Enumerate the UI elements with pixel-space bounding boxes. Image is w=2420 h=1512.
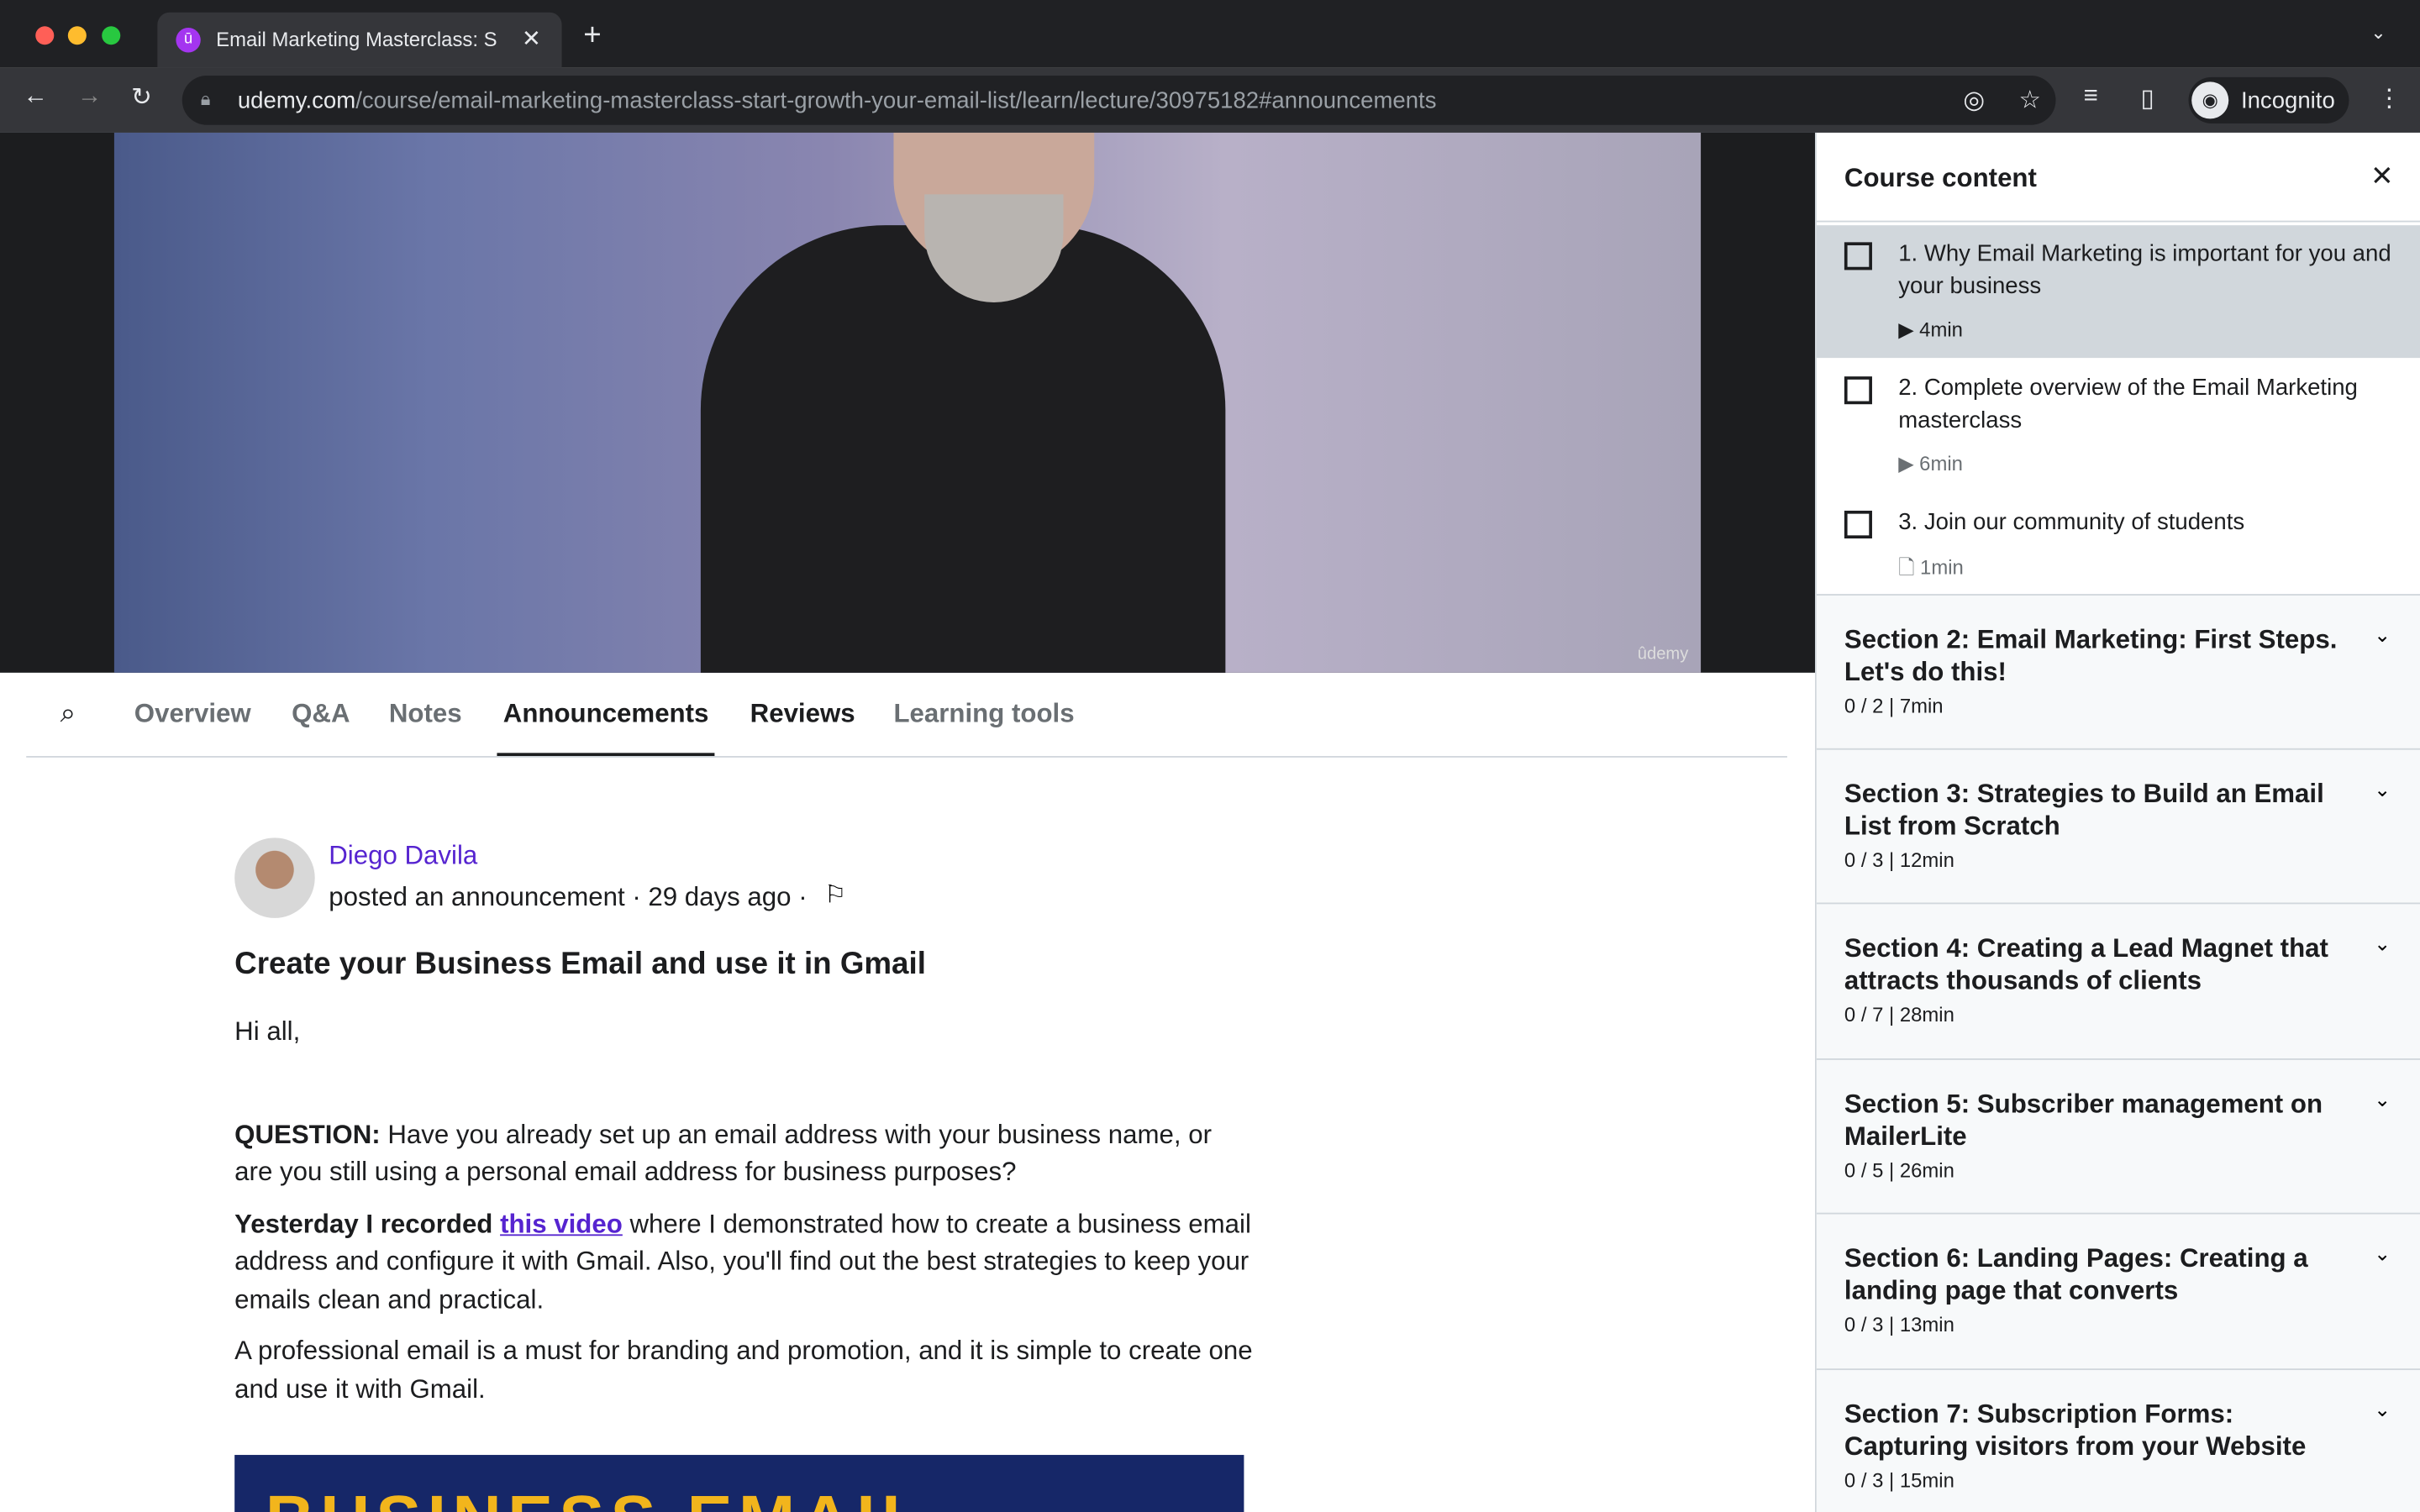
browser-tab[interactable]: ū Email Marketing Masterclass: S ✕ xyxy=(157,12,562,68)
lecture-checkbox[interactable] xyxy=(1844,376,1872,405)
address-bar[interactable]: 🔒︎ udemy.com/course/email-marketing-mast… xyxy=(182,76,2056,125)
close-tab-icon[interactable]: ✕ xyxy=(522,24,541,52)
section-item[interactable]: Section 3: Strategies to Build an Email … xyxy=(1816,748,2420,905)
incognito-profile-button[interactable]: ◉ Incognito xyxy=(2188,76,2349,123)
reload-button[interactable]: ↻ xyxy=(131,81,152,113)
chevron-down-icon: ⌄ xyxy=(2374,1087,2391,1111)
tab-search-chevron-icon[interactable]: ⌄ xyxy=(2370,22,2386,44)
minimize-window-button[interactable] xyxy=(67,26,87,45)
greeting: Hi all, xyxy=(234,1016,301,1047)
lecture-item[interactable]: 3. Join our community of students 🗋︎ 1mi… xyxy=(1817,492,2420,594)
tab-announcements[interactable]: Announcements xyxy=(503,699,709,730)
tracking-off-icon[interactable]: ◎ xyxy=(1963,85,1985,116)
maximize-window-button[interactable] xyxy=(102,26,121,45)
side-panel-icon[interactable]: ▯ xyxy=(2141,83,2154,114)
section-item[interactable]: Section 2: Email Marketing: First Steps.… xyxy=(1816,594,2420,750)
video-player[interactable]: ûdemy xyxy=(0,132,1816,673)
section-item[interactable]: Section 5: Subscriber management on Mail… xyxy=(1816,1058,2420,1215)
tab-notes[interactable]: Notes xyxy=(389,699,462,730)
chevron-down-icon: ⌄ xyxy=(2374,932,2391,955)
report-flag-icon[interactable]: ⚐ xyxy=(824,879,846,911)
back-button[interactable]: ← xyxy=(24,83,48,111)
sidebar-title: Course content xyxy=(1844,163,2037,193)
announcement-title: Create your Business Email and use it in… xyxy=(234,947,926,982)
udemy-watermark: ûdemy xyxy=(1637,644,1689,664)
tab-overview[interactable]: Overview xyxy=(134,699,251,730)
new-tab-button[interactable]: + xyxy=(583,18,601,54)
close-sidebar-icon[interactable]: ✕ xyxy=(2370,160,2394,193)
incognito-icon: ◉ xyxy=(2191,81,2229,119)
chevron-down-icon: ⌄ xyxy=(2374,1398,2391,1421)
question-paragraph: QUESTION: Have you already set up an ema… xyxy=(234,1119,1212,1187)
lecture-tabs: ⌕ Overview Q&A Notes Announcements Revie… xyxy=(26,673,1787,758)
tab-qa[interactable]: Q&A xyxy=(292,699,350,730)
lecture-duration: ▶ 6min xyxy=(1898,452,1963,475)
lecture-duration: 🗋︎ 1min xyxy=(1898,555,1964,579)
tab-learning-tools[interactable]: Learning tools xyxy=(893,699,1074,730)
chevron-down-icon: ⌄ xyxy=(2374,777,2391,801)
lock-icon: 🔒︎ xyxy=(200,87,211,110)
section-item[interactable]: Section 6: Landing Pages: Creating a lan… xyxy=(1816,1212,2420,1369)
lecture-duration: ▶ 4min xyxy=(1898,318,1963,341)
course-content-sidebar: Course content ✕ 1. Why Email Marketing … xyxy=(1815,132,2420,1512)
video-frame: ûdemy xyxy=(113,132,1702,673)
close-window-button[interactable] xyxy=(35,26,55,45)
announcement-meta: posted an announcement · 29 days ago · xyxy=(329,882,808,912)
lecture-checkbox[interactable] xyxy=(1844,510,1872,539)
lecture-checkbox[interactable] xyxy=(1844,242,1872,270)
section-item[interactable]: Section 4: Creating a Lead Magnet that a… xyxy=(1816,902,2420,1059)
active-tab-indicator xyxy=(497,753,715,757)
url-path: /course/email-marketing-masterclass-star… xyxy=(355,87,1437,114)
browser-toolbar: ← → ↻ 🔒︎ udemy.com/course/email-marketin… xyxy=(0,67,2420,133)
announcement-banner-image: BUSINESS EMAIL xyxy=(234,1455,1244,1512)
author-link[interactable]: Diego Davila xyxy=(329,841,477,872)
lecture-item[interactable]: 2. Complete overview of the Email Market… xyxy=(1817,358,2420,492)
chevron-down-icon: ⌄ xyxy=(2374,1242,2391,1266)
video-paragraph: Yesterday I recorded this video where I … xyxy=(234,1209,1251,1314)
reading-list-icon[interactable]: ≡ xyxy=(2084,83,2098,111)
avatar[interactable] xyxy=(234,837,315,918)
tab-bar: ū Email Marketing Masterclass: S ✕ + ⌄ xyxy=(0,0,2420,68)
chevron-down-icon: ⌄ xyxy=(2374,623,2391,647)
udemy-favicon-icon: ū xyxy=(176,28,201,53)
menu-icon[interactable]: ⋮ xyxy=(2377,83,2402,114)
tab-reviews[interactable]: Reviews xyxy=(750,699,855,730)
lecture-item[interactable]: 1. Why Email Marketing is important for … xyxy=(1816,225,2420,359)
forward-button[interactable]: → xyxy=(77,83,102,111)
closing-paragraph: A professional email is a must for brand… xyxy=(234,1336,1253,1404)
this-video-link[interactable]: this video xyxy=(500,1209,623,1238)
search-icon[interactable]: ⌕ xyxy=(60,697,76,730)
bookmark-star-icon[interactable]: ☆ xyxy=(2018,85,2040,116)
tab-title: Email Marketing Masterclass: S xyxy=(216,28,497,51)
profile-label: Incognito xyxy=(2240,87,2335,114)
section-item[interactable]: Section 7: Subscription Forms: Capturing… xyxy=(1816,1368,2420,1512)
url-host: udemy.com xyxy=(237,87,356,114)
